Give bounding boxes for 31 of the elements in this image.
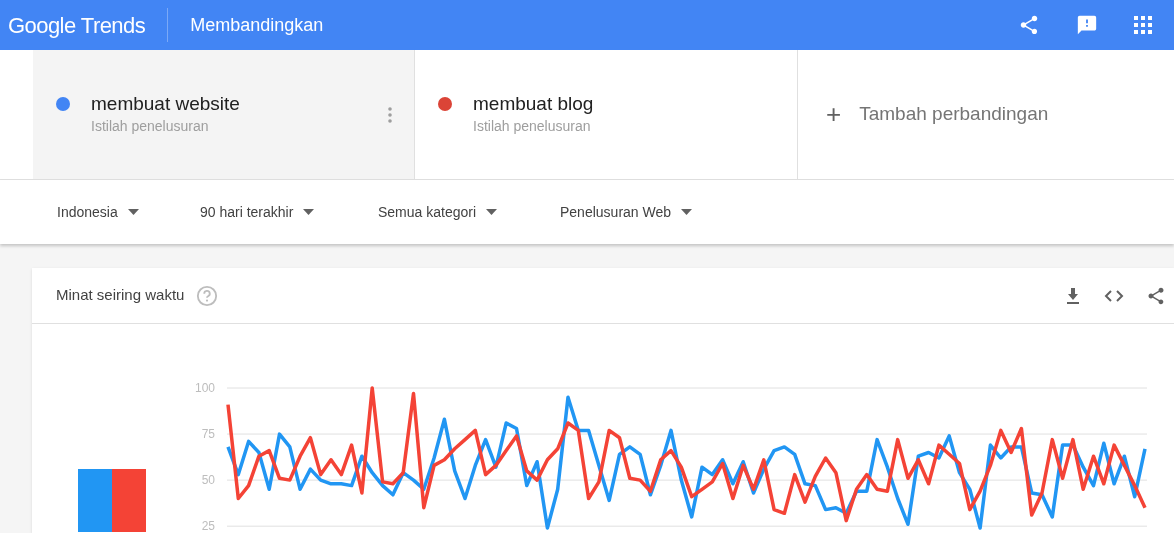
filter-dropdown[interactable]: Penelusuran Web: [560, 201, 740, 223]
page-title: Membandingkan: [189, 13, 324, 37]
search-term-card[interactable]: membuat website Istilah penelusuran: [33, 50, 415, 179]
y-tick-label: 25: [201, 519, 215, 532]
term-name: membuat blog: [473, 91, 594, 116]
help-icon[interactable]: [196, 284, 219, 307]
logo[interactable]: Google Trends: [0, 8, 168, 42]
term-type: Istilah penelusuran: [91, 116, 210, 136]
add-comparison-button[interactable]: + Tambah perbandingan: [798, 50, 1174, 179]
term-name: membuat website: [91, 91, 240, 116]
y-tick-label: 50: [201, 473, 215, 488]
term-type: Istilah penelusuran: [473, 116, 592, 136]
average-bar: [78, 469, 112, 532]
y-tick-label: 100: [194, 381, 215, 395]
share-icon[interactable]: [1146, 285, 1166, 306]
more-icon[interactable]: [388, 106, 392, 123]
feedback-icon[interactable]: [1076, 14, 1098, 36]
apps-icon[interactable]: [1134, 16, 1152, 34]
caret-icon: [127, 209, 139, 215]
y-tick-label: 75: [201, 427, 215, 442]
filter-dropdown[interactable]: Indonesia: [57, 201, 200, 223]
card-title: Minat seiring waktu: [56, 285, 185, 306]
filter-dropdown[interactable]: 90 hari terakhir: [200, 201, 378, 223]
download-icon[interactable]: [1064, 286, 1082, 305]
caret-icon: [681, 209, 693, 215]
average-bar: [112, 469, 146, 532]
caret-icon: [303, 209, 315, 215]
embed-code-icon[interactable]: [1104, 288, 1124, 303]
filter-dropdown[interactable]: Semua kategori: [378, 201, 560, 223]
caret-icon: [486, 209, 498, 215]
share-icon[interactable]: [1018, 14, 1040, 36]
